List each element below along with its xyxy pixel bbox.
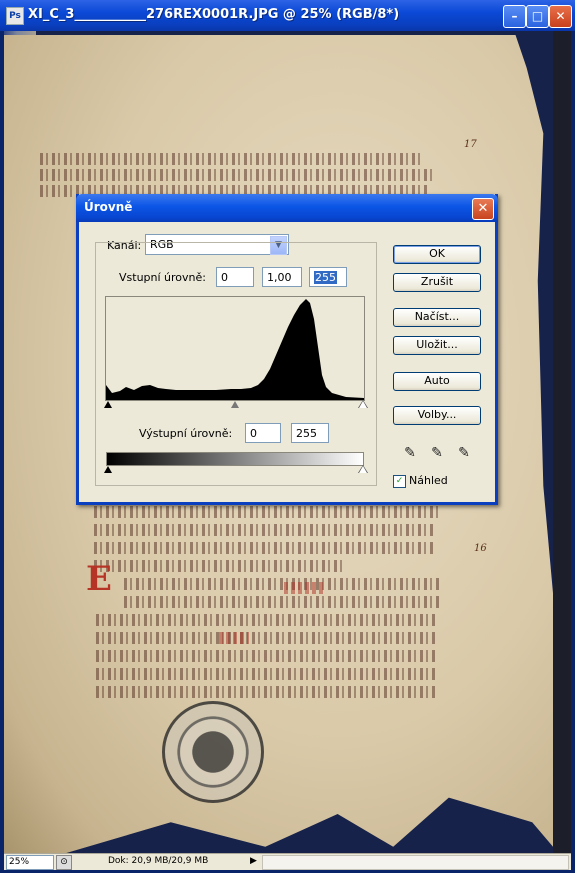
window-title: XI_C_3___________276REX0001R.JPG @ 25% (… <box>28 7 400 22</box>
input-black-slider[interactable] <box>104 401 112 408</box>
manuscript-line <box>96 614 436 626</box>
input-levels-label: Vstupní úrovně: <box>119 271 206 284</box>
manuscript-red-word <box>284 582 324 594</box>
margin-note: 17 <box>464 139 477 150</box>
manuscript-line <box>96 686 436 698</box>
output-levels-label: Výstupní úrovně: <box>139 427 233 440</box>
input-gamma-field[interactable]: 1,00 <box>262 267 302 287</box>
photoshop-document-icon[interactable]: Ps <box>6 7 24 25</box>
status-bar: 25% ⊙ Dok: 20,9 MB/20,9 MB ▶ <box>4 853 571 870</box>
maximize-button[interactable]: □ <box>526 5 549 28</box>
output-black-slider[interactable] <box>104 466 112 473</box>
preview-label: Náhled <box>409 474 448 487</box>
window-titlebar[interactable]: Ps XI_C_3___________276REX0001R.JPG @ 25… <box>0 0 575 31</box>
auto-button[interactable]: Auto <box>393 372 481 391</box>
preview-checkbox[interactable]: ✓ <box>393 475 406 488</box>
ok-button[interactable]: OK <box>393 245 481 264</box>
library-stamp-seal <box>162 701 264 803</box>
output-white-field[interactable]: 255 <box>291 423 329 443</box>
manuscript-line <box>94 524 434 536</box>
manuscript-line <box>124 596 439 608</box>
manuscript-line <box>94 506 439 518</box>
levels-dialog: Úrovně ✕ Kanál: RGB ▼ Vstupní úrovně: 0 … <box>76 194 498 505</box>
dialog-titlebar[interactable]: Úrovně ✕ <box>76 194 498 222</box>
manuscript-line <box>94 560 344 572</box>
save-button[interactable]: Uložit... <box>393 336 481 355</box>
output-black-field[interactable]: 0 <box>245 423 281 443</box>
minimize-button[interactable]: – <box>503 5 526 28</box>
black-eyedropper-icon[interactable]: ✎ <box>401 444 419 462</box>
histogram <box>105 296 365 401</box>
manuscript-line <box>96 650 436 662</box>
close-button[interactable]: ✕ <box>549 5 572 28</box>
dialog-title: Úrovně <box>84 200 133 214</box>
manuscript-line <box>96 632 436 644</box>
output-white-slider[interactable] <box>359 466 367 473</box>
manuscript-line <box>124 578 439 590</box>
input-white-slider[interactable] <box>359 401 367 408</box>
horizontal-scrollbar[interactable] <box>262 855 569 870</box>
dialog-close-button[interactable]: ✕ <box>472 198 494 220</box>
manuscript-line <box>96 668 436 680</box>
manuscript-red-word <box>219 632 249 644</box>
document-size: Dok: 20,9 MB/20,9 MB <box>108 856 209 866</box>
zoom-field[interactable]: 25% <box>6 855 54 870</box>
manuscript-line <box>40 153 420 165</box>
input-white-field[interactable]: 255 <box>309 267 347 287</box>
status-menu-arrow-icon[interactable]: ▶ <box>250 856 257 866</box>
output-gradient-bar <box>106 452 364 466</box>
status-options-icon[interactable]: ⊙ <box>56 855 72 870</box>
image-right-edge <box>553 31 571 853</box>
options-button[interactable]: Volby... <box>393 406 481 425</box>
manuscript-line <box>40 169 432 181</box>
load-button[interactable]: Načíst... <box>393 308 481 327</box>
white-eyedropper-icon[interactable]: ✎ <box>455 444 473 462</box>
cancel-button[interactable]: Zrušit <box>393 273 481 292</box>
input-black-field[interactable]: 0 <box>216 267 254 287</box>
gray-eyedropper-icon[interactable]: ✎ <box>428 444 446 462</box>
illuminated-initial: E <box>86 559 112 599</box>
manuscript-line <box>94 542 434 554</box>
input-gamma-slider[interactable] <box>231 401 239 408</box>
margin-note: 16 <box>474 543 487 554</box>
